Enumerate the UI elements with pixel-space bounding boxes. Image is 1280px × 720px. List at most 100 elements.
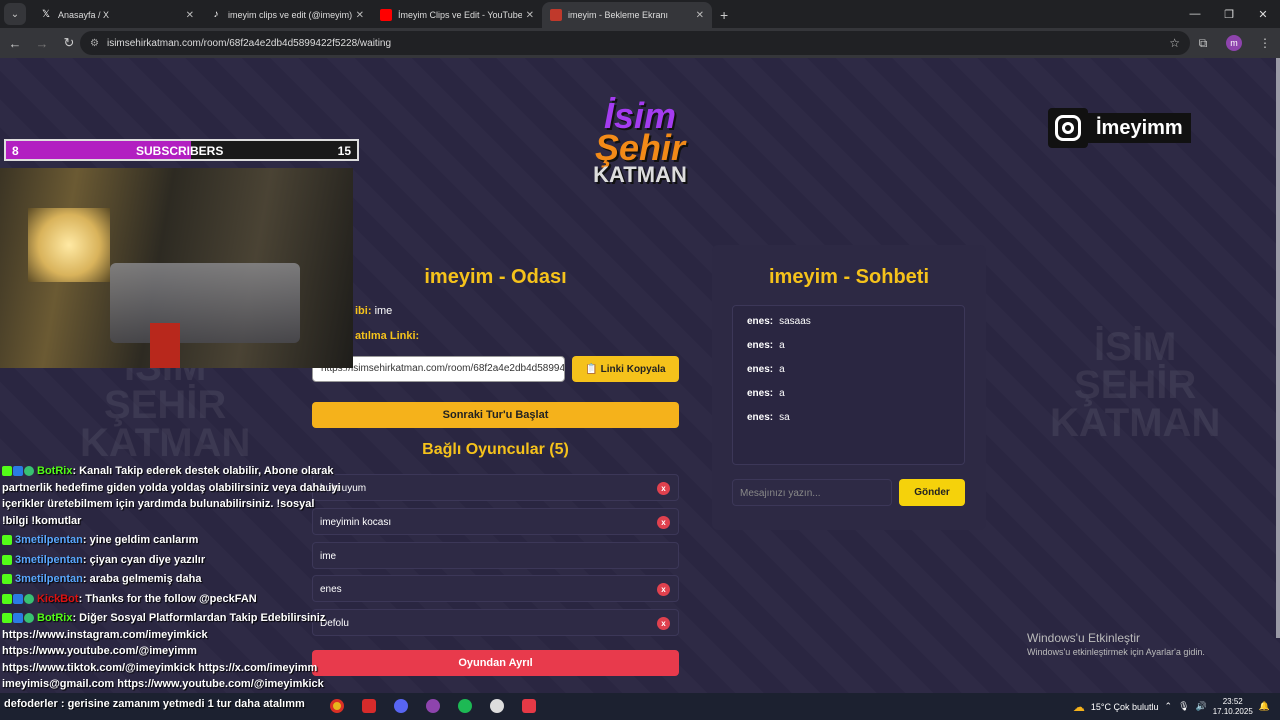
badge-icons xyxy=(2,554,12,565)
browser-toolbar: ← → ↻ ⚙ isimsehirkatman.com/room/68f2a4e… xyxy=(0,28,1280,58)
instagram-icon xyxy=(1048,108,1088,148)
badge-icons xyxy=(2,535,12,546)
webcam-lamp xyxy=(28,208,110,282)
start-next-round-button[interactable]: Sonraki Tur'u Başlat xyxy=(312,402,679,428)
tab-waiting-room[interactable]: imeyim - Bekleme Ekranı ✕ xyxy=(542,2,712,28)
toolbar-actions: ⧉ m ⋮ xyxy=(1188,28,1280,58)
tab-label: imeyim clips ve edit (@imeyim) xyxy=(228,10,352,20)
chat-messages: enes: sasaas enes: a enes: a enes: a enes: sa xyxy=(732,305,965,465)
kick-player-button[interactable]: x xyxy=(657,583,670,596)
kick-player-button[interactable]: x xyxy=(657,516,670,529)
badge-icons xyxy=(2,593,34,604)
send-button[interactable]: Gönder xyxy=(899,479,965,506)
background-logo-right: İSİM ŞEHİR KATMAN xyxy=(1050,325,1221,445)
speaker-icon[interactable]: 🔊 xyxy=(1196,701,1207,712)
site-logo[interactable]: İsim Şehir KATMAN xyxy=(588,98,692,204)
stream-chat-message: BotRix: Diğer Sosyal Platformlardan Taki… xyxy=(2,612,326,690)
chat-message-input[interactable]: Mesajınızı yazın... xyxy=(732,479,892,506)
menu-icon[interactable]: ⋮ xyxy=(1250,36,1280,50)
new-tab-button[interactable]: + xyxy=(720,7,728,23)
chat-title: imeyim - Sohbeti xyxy=(768,266,930,288)
back-icon[interactable]: ← xyxy=(3,36,27,51)
site-info-icon[interactable]: ⚙ xyxy=(90,38,99,49)
players-title: Bağlı Oyuncular (5) xyxy=(422,441,569,458)
leave-game-button[interactable]: Oyundan Ayrıl xyxy=(312,650,679,676)
chat-message: enes: sa xyxy=(747,412,790,423)
wps-icon[interactable] xyxy=(357,695,381,717)
tab-bar: ⌄ 𝕏 Anasayfa / X ✕ ♪ imeyim clips ve edi… xyxy=(0,0,1280,28)
microphone-icon[interactable]: 🎙 xyxy=(1178,701,1189,712)
stream-chat-message: BotRix: Kanalı Takip ederek destek olabi… xyxy=(2,465,341,527)
youtube-icon xyxy=(380,9,392,21)
instagram-handle: İmeyimm xyxy=(1088,113,1191,143)
page-content: İSİMŞEHİRKATMAN İSİMŞEHİRKATMAN İsim Şeh… xyxy=(0,58,1280,693)
windows-activation-watermark: Windows'u Etkinleştir Windows'u etkinleş… xyxy=(1027,631,1205,657)
tab-label: İmeyim Clips ve Edit - YouTube xyxy=(398,10,522,20)
tab-x-home[interactable]: 𝕏 Anasayfa / X ✕ xyxy=(32,2,202,28)
stream-chat-message: 3metilpentan: yine geldim canlarım xyxy=(2,532,342,549)
tab-label: imeyim - Bekleme Ekranı xyxy=(568,10,669,20)
obs-icon[interactable] xyxy=(421,695,445,717)
tab-search-button[interactable]: ⌄ xyxy=(4,3,26,25)
subscriber-goal-bar: 8 SUBSCRIBERS 15 xyxy=(4,139,359,161)
webcam-overlay xyxy=(0,168,353,368)
weather-text[interactable]: 15°C Çok bulutlu xyxy=(1091,702,1159,712)
player-row: imeyimin kocası x xyxy=(312,508,679,535)
room-title: imeyim - Odası xyxy=(424,266,567,288)
instagram-overlay: İmeyimm xyxy=(1048,108,1194,148)
steam-icon[interactable] xyxy=(485,695,509,717)
stream-chat-overlay: BotRix: Kanalı Takip ederek destek olabi… xyxy=(2,463,342,693)
notification-icon[interactable]: 🔔 xyxy=(1259,701,1270,712)
kick-player-button[interactable]: x xyxy=(657,482,670,495)
chat-message: enes: a xyxy=(747,364,785,375)
discord-icon[interactable] xyxy=(389,695,413,717)
page-scrollbar[interactable] xyxy=(1276,58,1280,638)
close-icon[interactable]: ✕ xyxy=(186,10,194,21)
close-window-button[interactable]: ✕ xyxy=(1246,0,1280,28)
clock[interactable]: 23:52 17.10.2025 xyxy=(1213,697,1253,717)
stream-ticker: defoderler : gerisine zamanım yetmedi 1 … xyxy=(4,698,305,710)
url-text: isimsehirkatman.com/room/68f2a4e2db4d589… xyxy=(106,37,392,49)
stream-chat-message: KickBot: Thanks for the follow @peckFAN xyxy=(2,591,342,608)
invite-link-label: atılma Linki: xyxy=(355,330,420,342)
chat-message: enes: a xyxy=(747,388,785,399)
badge-icons xyxy=(2,574,12,585)
webcam-object xyxy=(150,323,180,368)
restore-button[interactable]: ❐ xyxy=(1212,0,1246,28)
chrome-icon[interactable] xyxy=(325,695,349,717)
tray-chevron-icon[interactable]: ⌃ xyxy=(1165,701,1173,712)
tab-tiktok[interactable]: ♪ imeyim clips ve edit (@imeyim) ✕ xyxy=(202,2,372,28)
webcam-bed xyxy=(110,263,300,343)
extensions-icon[interactable]: ⧉ xyxy=(1188,36,1218,51)
chat-message: enes: sasaas xyxy=(747,316,811,327)
app-icon[interactable] xyxy=(517,695,541,717)
tiktok-icon: ♪ xyxy=(213,9,219,20)
reload-icon[interactable]: ↻ xyxy=(57,35,81,51)
kick-player-button[interactable]: x xyxy=(657,617,670,630)
player-row: enes x xyxy=(312,575,679,602)
weather-icon[interactable]: ☁ xyxy=(1073,700,1085,714)
spotify-icon[interactable] xyxy=(453,695,477,717)
badge-icons xyxy=(2,613,34,624)
player-row: ime xyxy=(312,542,679,569)
profile-avatar[interactable]: m xyxy=(1226,35,1242,51)
tab-youtube[interactable]: İmeyim Clips ve Edit - YouTube ✕ xyxy=(372,2,542,28)
stream-chat-message: 3metilpentan: araba gelmemiş daha xyxy=(2,571,342,588)
site-icon xyxy=(550,9,562,21)
close-icon[interactable]: ✕ xyxy=(356,10,364,21)
stream-chat-message: 3metilpentan: çiyan cyan diye yazılır xyxy=(2,552,342,569)
player-row: Defolu x xyxy=(312,609,679,636)
close-icon[interactable]: ✕ xyxy=(696,10,704,21)
minimize-button[interactable]: — xyxy=(1178,0,1212,28)
player-row: bulmuyum x xyxy=(312,474,679,501)
close-icon[interactable]: ✕ xyxy=(526,10,534,21)
sub-current: 8 xyxy=(12,144,19,158)
address-bar[interactable]: ⚙ isimsehirkatman.com/room/68f2a4e2db4d5… xyxy=(80,31,1190,55)
taskbar-apps xyxy=(325,695,541,717)
x-icon: 𝕏 xyxy=(41,9,51,20)
windows-taskbar: defoderler : gerisine zamanım yetmedi 1 … xyxy=(0,693,1280,720)
forward-icon[interactable]: → xyxy=(30,36,54,51)
chat-message: enes: a xyxy=(747,340,785,351)
bookmark-star-icon[interactable]: ☆ xyxy=(1169,36,1180,50)
copy-link-button[interactable]: 📋 Linki Kopyala xyxy=(572,356,679,382)
